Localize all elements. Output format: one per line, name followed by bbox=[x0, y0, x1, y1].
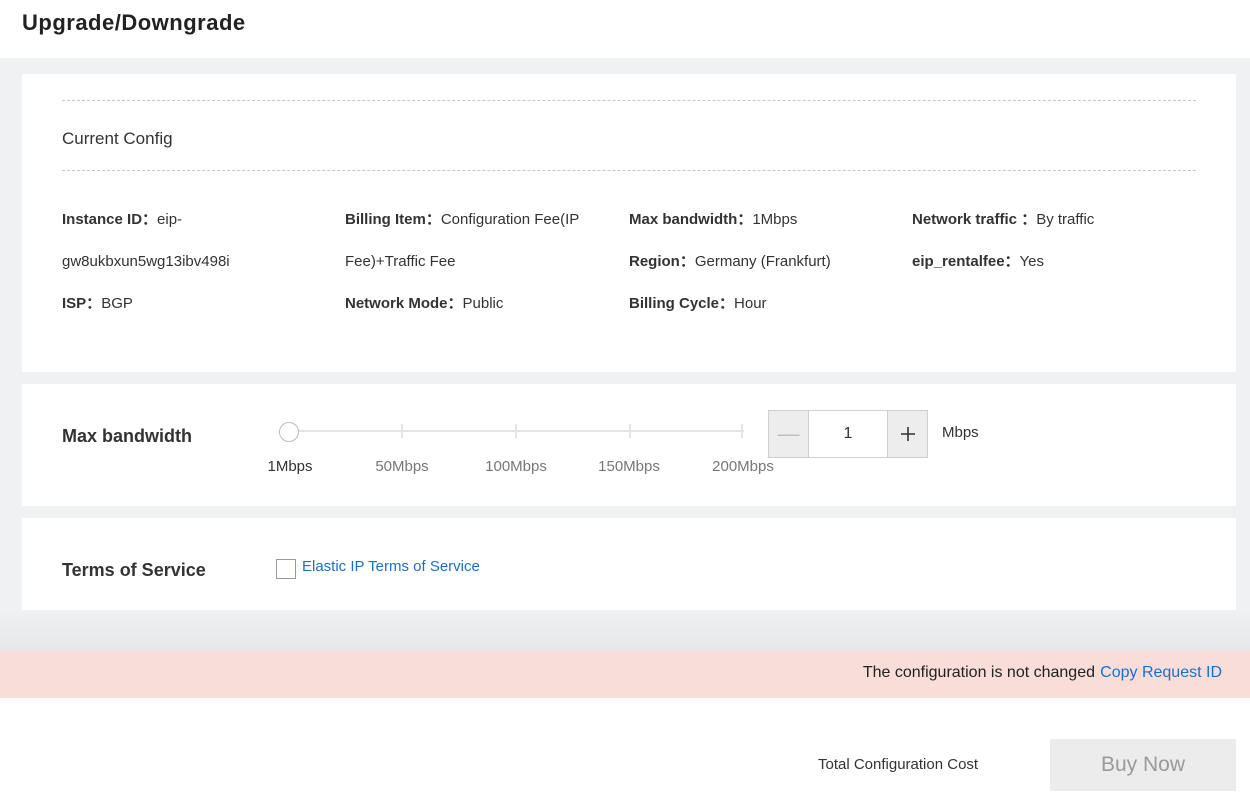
tick-label-200mbps: 200Mbps bbox=[712, 458, 774, 475]
terms-section-label: Terms of Service bbox=[62, 560, 206, 580]
slider-tick bbox=[629, 424, 631, 438]
instance-id-value: eip- bbox=[157, 211, 183, 228]
divider bbox=[62, 170, 1196, 171]
billing-item-label: Billing Item： bbox=[345, 211, 441, 228]
main-content: Current Config Instance ID：eip- gw8ukbxu… bbox=[0, 58, 1250, 650]
region-value: Germany (Frankfurt) bbox=[694, 253, 831, 270]
terms-card: Terms of Service Elastic IP Terms of Ser… bbox=[22, 518, 1236, 610]
bandwidth-input[interactable]: 1 bbox=[809, 411, 887, 457]
tick-label-100mbps: 100Mbps bbox=[485, 458, 547, 475]
instance-id-label: Instance ID： bbox=[62, 211, 158, 228]
bandwidth-stepper: — 1 bbox=[768, 410, 928, 458]
terms-checkbox[interactable] bbox=[276, 559, 296, 579]
minus-icon: — bbox=[777, 421, 800, 446]
current-config-card: Current Config Instance ID：eip- gw8ukbxu… bbox=[22, 74, 1236, 372]
eip-rentalfee-value: Yes bbox=[1019, 253, 1045, 270]
terms-link[interactable]: Elastic IP Terms of Service bbox=[302, 558, 480, 575]
isp-label: ISP： bbox=[62, 295, 102, 312]
network-traffic-field: Network traffic ：By traffic eip_rentalfe… bbox=[912, 199, 1212, 283]
max-bandwidth-label: Max bandwidth： bbox=[629, 211, 753, 228]
max-bandwidth-section-label: Max bandwidth bbox=[62, 426, 192, 446]
slider-tick bbox=[741, 424, 743, 438]
network-mode-value: Public bbox=[462, 295, 504, 312]
max-bandwidth-value: 1Mbps bbox=[752, 211, 798, 228]
network-traffic-label: Network traffic ： bbox=[912, 211, 1037, 228]
region-label: Region： bbox=[629, 253, 695, 270]
tick-label-1mbps: 1Mbps bbox=[267, 458, 313, 475]
billing-item-value: Configuration Fee(IP bbox=[440, 211, 580, 228]
max-bandwidth-field: Max bandwidth：1Mbps Region：Germany (Fran… bbox=[629, 199, 899, 325]
eip-rentalfee-label: eip_rentalfee： bbox=[912, 253, 1020, 270]
bandwidth-slider-handle[interactable] bbox=[279, 422, 299, 442]
tick-label-150mbps: 150Mbps bbox=[598, 458, 660, 475]
alert-bar: The configuration is not changed Copy Re… bbox=[0, 650, 1250, 698]
buy-now-button[interactable]: Buy Now bbox=[1050, 739, 1236, 791]
billing-item-field: Billing Item：Configuration Fee(IP Fee)+T… bbox=[345, 199, 605, 325]
plus-icon bbox=[900, 427, 915, 441]
slider-tick bbox=[401, 424, 403, 438]
max-bandwidth-card: Max bandwidth 1Mbps 50Mbps 100Mbps 150Mb… bbox=[22, 384, 1236, 506]
footer: Total Configuration Cost Buy Now bbox=[0, 698, 1250, 808]
total-cost-label: Total Configuration Cost bbox=[818, 756, 979, 773]
divider bbox=[62, 100, 1196, 101]
instance-id-field: Instance ID：eip- gw8ukbxun5wg13ibv498i I… bbox=[62, 199, 322, 325]
page-header: Upgrade/Downgrade bbox=[0, 0, 1250, 58]
billing-cycle-value: Hour bbox=[734, 295, 767, 312]
current-config-title: Current Config bbox=[62, 129, 173, 148]
tick-label-50mbps: 50Mbps bbox=[375, 458, 429, 475]
network-traffic-value: By traffic bbox=[1036, 211, 1095, 228]
alert-message: The configuration is not changed bbox=[862, 664, 1095, 681]
instance-id-value-cont: gw8ukbxun5wg13ibv498i bbox=[62, 253, 230, 270]
network-mode-label: Network Mode： bbox=[345, 295, 463, 312]
bandwidth-unit: Mbps bbox=[942, 424, 979, 441]
slider-tick bbox=[515, 424, 517, 438]
page-title: Upgrade/Downgrade bbox=[22, 10, 246, 35]
increment-button[interactable] bbox=[887, 411, 927, 457]
isp-value: BGP bbox=[101, 295, 133, 312]
billing-cycle-label: Billing Cycle： bbox=[629, 295, 735, 312]
billing-item-value-cont: Fee)+Traffic Fee bbox=[345, 253, 456, 270]
copy-request-id-link[interactable]: Copy Request ID bbox=[1100, 664, 1222, 682]
decrement-button[interactable]: — bbox=[769, 411, 809, 457]
